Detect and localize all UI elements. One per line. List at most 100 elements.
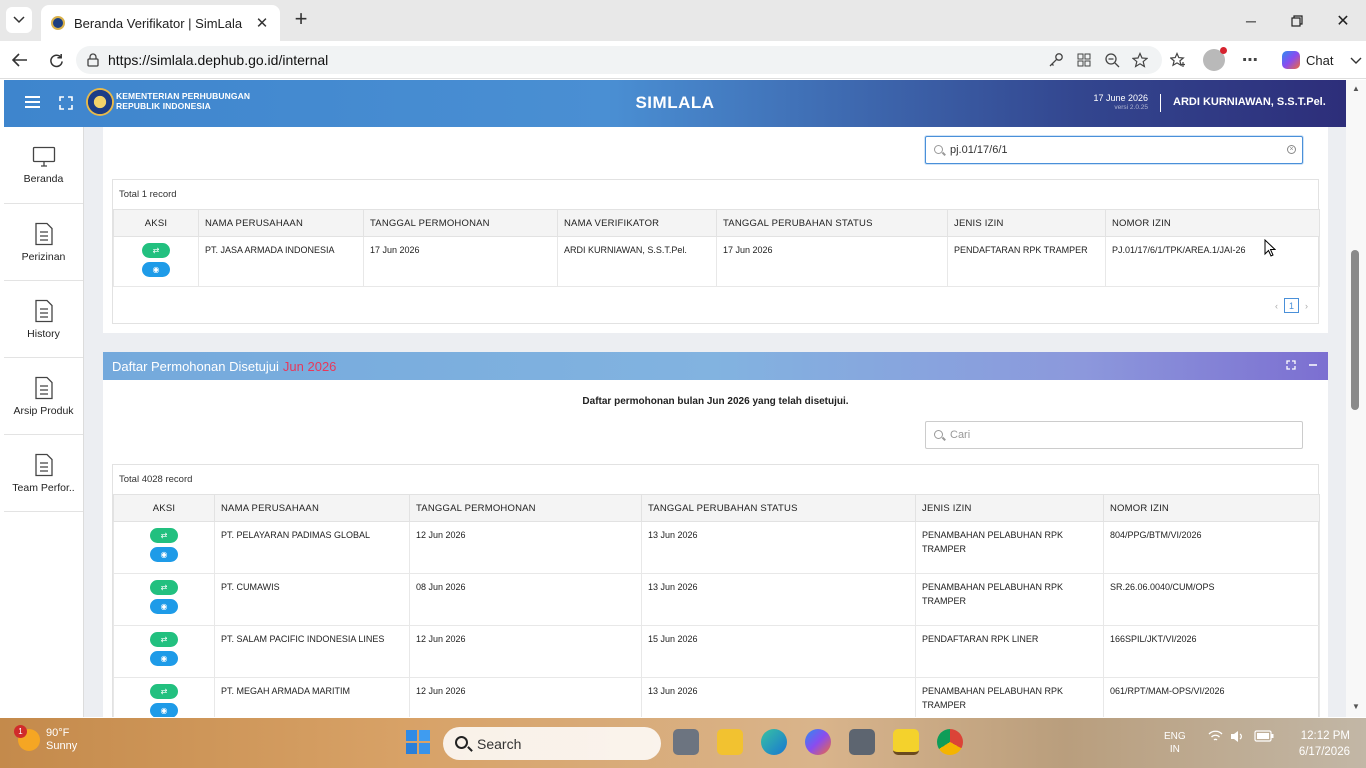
key-icon[interactable] (1042, 46, 1070, 74)
search-value: pj.01/17/6/1 (950, 144, 1008, 156)
fullscreen-icon[interactable] (59, 96, 73, 110)
change-status-button[interactable]: ⇄ (150, 528, 178, 543)
url-text: https://simlala.dephub.go.id/internal (108, 52, 329, 68)
scroll-down-icon[interactable]: ▼ (1351, 702, 1361, 712)
next-page-button[interactable]: › (1305, 301, 1308, 311)
close-tab-icon[interactable]: ✕ (254, 15, 270, 32)
company-name: PT. SALAM PACIFIC INDONESIA LINES (214, 625, 410, 678)
view-button[interactable]: ◉ (150, 547, 178, 562)
chrome-browser-icon[interactable] (937, 729, 963, 755)
weather-widget[interactable]: 1 90°F Sunny (14, 725, 78, 753)
column-header: TANGGAL PERMOHONAN (363, 209, 558, 237)
url-field[interactable]: https://simlala.dephub.go.id/internal (76, 46, 1162, 74)
sidebar-item-arsip-produk[interactable]: Arsip Produk (4, 358, 83, 435)
favorite-star-icon[interactable] (1126, 46, 1154, 74)
action-cell: ⇄ ◉ (113, 625, 215, 678)
change-status-button[interactable]: ⇄ (142, 243, 170, 258)
volume-icon[interactable] (1230, 730, 1245, 746)
view-button[interactable]: ◉ (150, 703, 178, 717)
close-window-button[interactable]: ✕ (1320, 0, 1366, 41)
swap-icon: ⇄ (160, 582, 168, 592)
permit-type: PENAMBAHAN PELABUHAN RPK TRAMPER (915, 677, 1104, 717)
weather-desc: Sunny (46, 740, 78, 752)
tab-list-button[interactable] (6, 7, 32, 33)
approved-search-input[interactable]: Cari (925, 421, 1303, 449)
swap-icon: ⇄ (160, 686, 168, 696)
mouse-cursor-icon (1264, 239, 1276, 257)
scroll-up-icon[interactable]: ▲ (1351, 84, 1361, 94)
page-content: pj.01/17/6/1 × Total 1 record AKSI NAMA … (4, 127, 1346, 717)
camera-app-icon[interactable] (849, 729, 875, 755)
more-options-icon[interactable]: ⋯ (1236, 46, 1264, 74)
approved-table: AKSI NAMA PERUSAHAAN TANGGAL PERMOHONAN … (113, 494, 1320, 717)
user-name[interactable]: ARDI KURNIAWAN, S.S.T.Pel. (1173, 96, 1326, 108)
view-button[interactable]: ◉ (150, 651, 178, 666)
verification-card: pj.01/17/6/1 × Total 1 record AKSI NAMA … (103, 127, 1328, 333)
company-name: PT. MEGAH ARMADA MARITIM (214, 677, 410, 717)
column-header: AKSI (113, 494, 215, 522)
favorites-icon[interactable] (1164, 46, 1192, 74)
menu-toggle-icon[interactable] (25, 96, 40, 110)
sidebar-item-history[interactable]: History (4, 281, 83, 358)
restore-button[interactable] (1274, 0, 1320, 41)
approved-panel-header: Daftar Permohonan Disetujui Jun 2026 (103, 352, 1328, 380)
copilot-chat-button[interactable]: Chat (1282, 51, 1363, 69)
permit-number: PJ.01/17/6/1/TPK/AREA.1/JAI-26 (1105, 236, 1320, 287)
battery-icon[interactable] (1254, 730, 1274, 745)
column-header: NOMOR IZIN (1105, 209, 1320, 237)
change-status-button[interactable]: ⇄ (150, 684, 178, 699)
sidebar-item-team-performance[interactable]: Team Perfor.. (4, 435, 83, 512)
scroll-thumb[interactable] (1351, 250, 1359, 410)
search-input[interactable]: pj.01/17/6/1 × (925, 136, 1303, 164)
clear-search-icon[interactable]: × (1287, 145, 1296, 154)
company-name: PT. PELAYARAN PADIMAS GLOBAL (214, 521, 410, 574)
eye-icon: ◉ (152, 264, 160, 274)
view-button[interactable]: ◉ (142, 262, 170, 277)
document-icon (34, 453, 53, 476)
search-icon (934, 430, 943, 439)
address-bar: https://simlala.dephub.go.id/internal ⋯ (0, 41, 1366, 79)
expand-icon[interactable] (1286, 360, 1296, 370)
document-icon (34, 299, 53, 322)
taskbar-clock[interactable]: 12:12 PM 6/17/2026 (1290, 728, 1350, 760)
profile-avatar[interactable] (1203, 47, 1227, 71)
back-button[interactable] (8, 49, 32, 71)
copilot-app-icon[interactable] (805, 729, 831, 755)
minimize-panel-icon[interactable] (1308, 360, 1318, 370)
zoom-icon[interactable] (1098, 46, 1126, 74)
view-button[interactable]: ◉ (150, 599, 178, 614)
site-info-icon[interactable] (86, 53, 100, 67)
sidebar-item-beranda[interactable]: Beranda (4, 127, 83, 204)
column-header: JENIS IZIN (915, 494, 1104, 522)
edge-browser-icon[interactable] (761, 729, 787, 755)
new-tab-button[interactable]: + (290, 6, 312, 31)
change-status-button[interactable]: ⇄ (150, 580, 178, 595)
app-version: versi 2.0.25 (1114, 104, 1148, 111)
sticky-notes-icon[interactable] (893, 729, 919, 755)
apps-icon[interactable] (1070, 46, 1098, 74)
page-scrollbar[interactable]: ▲ ▼ (1346, 80, 1366, 717)
prev-page-button[interactable]: ‹ (1275, 301, 1278, 311)
taskbar-search[interactable]: Search (443, 727, 661, 760)
input-language[interactable]: ENG IN (1164, 730, 1186, 756)
request-date: 12 Jun 2026 (409, 677, 642, 717)
status-date: 13 Jun 2026 (641, 677, 916, 717)
page-1-button[interactable]: 1 (1284, 298, 1299, 313)
wifi-icon[interactable] (1208, 730, 1223, 746)
sidebar-item-perizinan[interactable]: Perizinan (4, 204, 83, 281)
taskbar-search-label: Search (477, 735, 522, 752)
task-view-icon[interactable] (673, 729, 699, 755)
approved-table-container: Total 4028 record AKSI NAMA PERUSAHAAN T… (112, 464, 1320, 717)
restore-icon (1291, 14, 1303, 27)
change-status-button[interactable]: ⇄ (150, 632, 178, 647)
browser-tab-bar: Beranda Verifikator | SimLala ✕ + ─ ✕ (0, 0, 1366, 41)
file-explorer-icon[interactable] (717, 729, 743, 755)
windows-start-icon[interactable] (405, 729, 431, 755)
browser-tab[interactable]: Beranda Verifikator | SimLala ✕ (41, 5, 280, 41)
eye-icon: ◉ (160, 653, 168, 663)
eye-icon: ◉ (160, 705, 168, 715)
minimize-button[interactable]: ─ (1228, 0, 1274, 41)
pagination: ‹ 1 › (1275, 298, 1308, 313)
column-header: JENIS IZIN (947, 209, 1106, 237)
reload-button[interactable] (44, 49, 68, 71)
